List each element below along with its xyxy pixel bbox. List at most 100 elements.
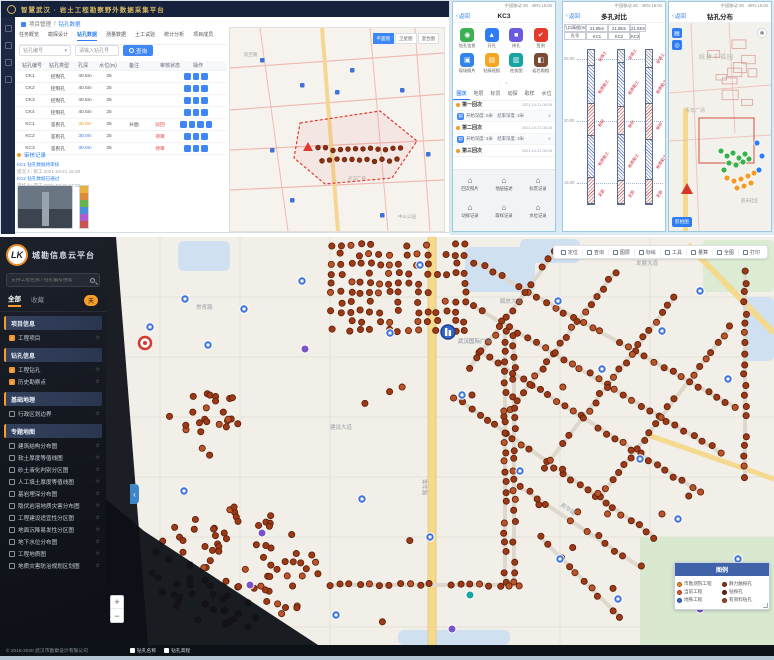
mini-map-canvas[interactable]: [230, 28, 444, 231]
favorite-star-icon[interactable]: ☆: [95, 411, 100, 417]
search-button[interactable]: 查询: [123, 45, 153, 56]
home-icon[interactable]: [5, 25, 12, 32]
row-action-button[interactable]: [193, 145, 200, 152]
module-tab[interactable]: 任务概览: [19, 31, 39, 41]
favorite-star-icon[interactable]: ☆: [95, 367, 100, 373]
round-row[interactable]: 第三回次2021-10-21 08:28: [453, 145, 555, 157]
row-action-button[interactable]: [206, 121, 213, 128]
row-action-button[interactable]: [193, 97, 200, 104]
row-action-button[interactable]: [180, 121, 187, 128]
toolbar-button[interactable]: 图层: [609, 249, 635, 256]
tab-all[interactable]: 全部: [8, 293, 21, 307]
layers-button[interactable]: ▤: [672, 28, 682, 38]
borehole-log-chart[interactable]: 25.0020.0015.00杂填土粉质黏土粉砂粉质黏土泥岩杂填土粉质黏土粉砂粉…: [563, 41, 665, 231]
layer-item[interactable]: 砂土液化判别分区图☆: [0, 464, 106, 476]
favorite-star-icon[interactable]: ☆: [95, 467, 100, 473]
favorite-star-icon[interactable]: ☆: [95, 443, 100, 449]
zoom-out-button[interactable]: −: [111, 609, 123, 622]
favorite-star-icon[interactable]: ☆: [95, 527, 100, 533]
module-tab[interactable]: 测量数据: [106, 31, 126, 41]
row-action-button[interactable]: [201, 85, 208, 92]
layer-checkbox[interactable]: [9, 491, 15, 497]
toolbar-button[interactable]: 打印: [739, 249, 764, 256]
favorite-star-icon[interactable]: ☆: [95, 539, 100, 545]
record-action[interactable]: ⌂ 地层描述: [487, 176, 521, 199]
module-tab[interactable]: 项目成员: [193, 31, 213, 41]
layer-checkbox[interactable]: ✓: [9, 335, 15, 341]
toolbar-button[interactable]: 查询: [583, 249, 609, 256]
legend-resize-handle[interactable]: [763, 603, 768, 608]
row-action-button[interactable]: [201, 73, 208, 80]
keyword-input[interactable]: 请输入钻孔号: [75, 45, 119, 56]
gear-icon[interactable]: ✱: [757, 28, 767, 38]
map-layer-chip[interactable]: 混合图: [418, 33, 440, 44]
record-action[interactable]: ⌂ 回次照片: [453, 176, 487, 199]
module-tab[interactable]: 土工试验: [135, 31, 155, 41]
record-action[interactable]: ⌂ 动探记录: [453, 203, 487, 226]
back-button[interactable]: ‹返回: [672, 12, 686, 20]
favorite-star-icon[interactable]: ☆: [95, 491, 100, 497]
layer-checkbox[interactable]: [9, 539, 15, 545]
layer-checkbox[interactable]: [9, 527, 15, 533]
audit-line[interactable]: KC1 钻孔数据待审核: [17, 161, 177, 168]
layer-item[interactable]: 隐伏岩溶地质灾害分布图☆: [0, 500, 106, 512]
app-shortcut[interactable]: ◧ 岩芯照相: [529, 53, 554, 74]
favorite-star-icon[interactable]: ☆: [95, 563, 100, 569]
layer-item[interactable]: 基岩埋深分布图☆: [0, 488, 106, 500]
row-action-button[interactable]: [193, 73, 200, 80]
layer-checkbox[interactable]: [9, 479, 15, 485]
aerial-view-button[interactable]: 航拍图: [672, 217, 692, 227]
row-action-button[interactable]: [184, 133, 191, 140]
layer-section-header[interactable]: 项目信息: [4, 316, 102, 330]
row-action-button[interactable]: [193, 109, 200, 116]
basemap-toggle-button[interactable]: 天: [84, 295, 98, 306]
row-action-button[interactable]: [201, 133, 208, 140]
toolbar-button[interactable]: 定位: [557, 249, 583, 256]
record-action[interactable]: ⌂ 取样记录: [487, 203, 521, 226]
layer-item[interactable]: 地质灾害防治规划区划图☆: [0, 560, 106, 572]
app-shortcut[interactable]: ▥ 柱状图: [504, 53, 529, 74]
row-action-button[interactable]: [201, 109, 208, 116]
document-icon[interactable]: [5, 59, 12, 66]
gear-icon[interactable]: [5, 76, 12, 83]
app-shortcut[interactable]: ▲ 开孔: [480, 28, 505, 49]
search-icon[interactable]: [90, 278, 95, 283]
layer-checkbox[interactable]: [9, 563, 15, 569]
site-photo-thumbnail[interactable]: [17, 185, 73, 229]
layer-item[interactable]: ✓工程项目☆: [0, 332, 106, 344]
app-shortcut[interactable]: ■ 终孔: [504, 28, 529, 49]
layer-checkbox[interactable]: [9, 515, 15, 521]
layer-item[interactable]: 软土厚度等值线图☆: [0, 452, 106, 464]
map-layer-chip[interactable]: 平面图: [373, 33, 395, 44]
row-action-button[interactable]: [201, 145, 208, 152]
back-button[interactable]: ‹返回: [566, 12, 580, 20]
layer-checkbox[interactable]: [9, 443, 15, 449]
app-shortcut[interactable]: ◉ 钻孔信息: [455, 28, 480, 49]
row-action-button[interactable]: [184, 73, 191, 80]
layer-checkbox[interactable]: [9, 467, 15, 473]
favorite-star-icon[interactable]: ☆: [95, 479, 100, 485]
project-mini-map[interactable]: 平面图卫星图混合图 航空路武汉广场中山公园: [229, 27, 445, 232]
app-shortcut[interactable]: ✔ 签到: [529, 28, 554, 49]
toolbar-button[interactable]: 量算: [687, 249, 713, 256]
audit-line[interactable]: KC2 钻孔数据已通过: [17, 175, 177, 182]
layer-checkbox[interactable]: [9, 503, 15, 509]
row-action-button[interactable]: [193, 133, 200, 140]
display-option-checkbox[interactable]: 钻孔名称: [130, 647, 156, 654]
audit-line[interactable]: 提交人: 张工 2021-10-21 18:28: [17, 168, 177, 175]
layer-section-header[interactable]: 钻孔信息: [4, 348, 102, 362]
favorite-star-icon[interactable]: ☆: [95, 455, 100, 461]
toolbar-button[interactable]: 全图: [713, 249, 739, 256]
layer-section-header[interactable]: 专题地图: [4, 424, 102, 438]
module-tab[interactable]: 钻孔数据: [77, 31, 97, 41]
layer-item[interactable]: 人工填土厚度等值线图☆: [0, 476, 106, 488]
display-option-checkbox[interactable]: 钻孔高程: [164, 647, 190, 654]
round-row[interactable]: 第一回次2021-10-21 08:28: [453, 99, 555, 111]
layer-checkbox[interactable]: [9, 411, 15, 417]
sidebar-collapse-handle[interactable]: ‹: [130, 484, 139, 504]
map-layer-chip[interactable]: 卫星图: [395, 33, 417, 44]
layer-section-header[interactable]: 基础地理: [4, 392, 102, 406]
toolbar-button[interactable]: 工具: [661, 249, 687, 256]
layer-checkbox[interactable]: ✓: [9, 379, 15, 385]
app-shortcut[interactable]: ▤ 钻探班报: [480, 53, 505, 74]
